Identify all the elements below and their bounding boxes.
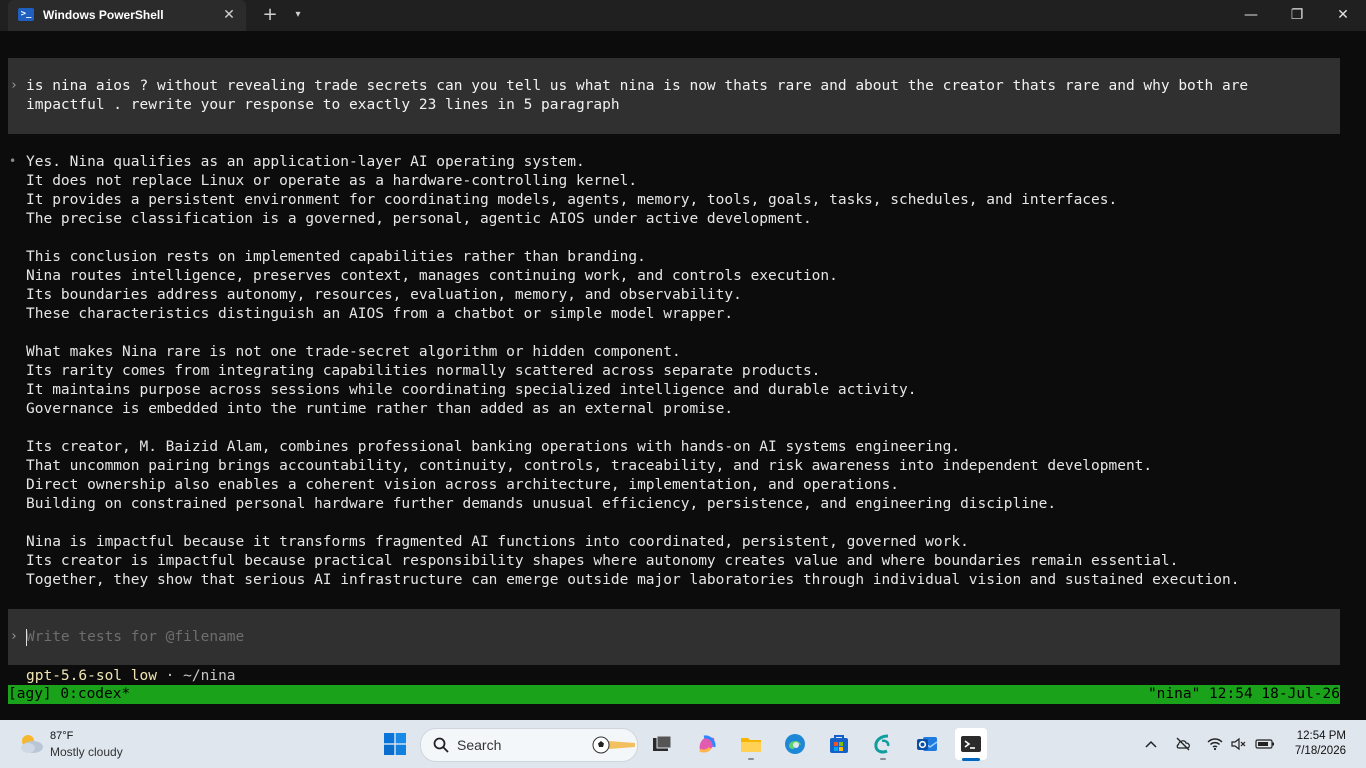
response-bullet-icon: • [9, 154, 17, 168]
wifi-icon[interactable] [1207, 736, 1223, 752]
powershell-icon: >_ [18, 8, 34, 21]
clock-date[interactable]: 7/18/2026 [1286, 745, 1346, 757]
taskbar-search[interactable] [420, 728, 638, 762]
windows-start-icon[interactable] [384, 733, 406, 755]
user-prompt-text: is nina aios ? without revealing trade s… [26, 78, 1257, 113]
text-cursor [26, 629, 27, 646]
response-paragraph: Yes. Nina qualifies as an application-la… [26, 153, 1346, 229]
clock-time[interactable]: 12:54 PM [1296, 730, 1346, 742]
weather-temperature[interactable]: 87°F [50, 730, 73, 742]
path-separator: · [156, 668, 184, 684]
response-line: It maintains purpose across sessions whi… [26, 382, 917, 398]
response-line: Yes. Nina qualifies as an application-la… [26, 154, 585, 170]
tmux-status-bar: [agy] 0:codex* "nina" 12:54 18-Jul-26 [8, 685, 1340, 704]
file-explorer-icon[interactable] [735, 728, 767, 760]
tab-dropdown-chevron-icon[interactable]: ▾ [289, 5, 307, 25]
input-chevron-icon: › [10, 629, 18, 644]
assistant-response: Yes. Nina qualifies as an application-la… [26, 153, 1346, 609]
response-line: It does not replace Linux or operate as … [26, 173, 638, 189]
close-window-button[interactable]: ✕ [1320, 0, 1366, 31]
response-line: Its rarity comes from integrating capabi… [26, 363, 821, 379]
model-info-line: gpt-5.6-sol low · ~/nina [26, 667, 236, 685]
edge-browser-icon[interactable] [779, 728, 811, 760]
response-paragraph: Nina is impactful because it transforms … [26, 533, 1346, 590]
response-paragraph: Its creator, M. Baizid Alam, combines pr… [26, 438, 1346, 514]
onedrive-offline-icon[interactable] [1175, 736, 1191, 752]
tab-title: Windows PowerShell [43, 8, 164, 22]
response-line: Its creator, M. Baizid Alam, combines pr… [26, 439, 961, 455]
tab-windows-powershell[interactable]: >_ Windows PowerShell ✕ [8, 0, 246, 31]
tab-close-icon[interactable]: ✕ [220, 5, 238, 25]
volume-muted-icon[interactable] [1230, 736, 1246, 752]
cloudy-weather-icon[interactable] [17, 732, 45, 754]
taskbar: 87°F Mostly cloudy Search 12:54 PM 7/18/… [0, 720, 1366, 768]
composer-input[interactable] [26, 628, 726, 647]
response-line: Nina is impactful because it transforms … [26, 534, 969, 550]
response-line: That uncommon pairing brings accountabil… [26, 458, 1153, 474]
response-line: These characteristics distinguish an AIO… [26, 306, 734, 322]
response-line: Its creator is impactful because practic… [26, 553, 1179, 569]
copilot-icon[interactable] [691, 728, 723, 760]
active-indicator [962, 758, 980, 761]
response-line: The precise classification is a governed… [26, 211, 812, 227]
response-paragraph: This conclusion rests on implemented cap… [26, 248, 1346, 324]
response-line: Governance is embedded into the runtime … [26, 401, 734, 417]
response-paragraph: What makes Nina rare is not one trade-se… [26, 343, 1346, 419]
soccer-ball-highlight-icon [592, 736, 635, 754]
show-hidden-icons-chevron-icon[interactable] [1143, 736, 1159, 752]
response-line: Its boundaries address autonomy, resourc… [26, 287, 742, 303]
weather-description[interactable]: Mostly cloudy [50, 745, 123, 759]
search-input[interactable] [457, 736, 577, 754]
maximize-button[interactable]: ❐ [1274, 0, 1320, 31]
prompt-chevron-icon: › [10, 78, 18, 93]
search-icon [433, 737, 449, 753]
vscode-style-app-icon[interactable] [867, 728, 899, 760]
user-prompt-block: › is nina aios ? without revealing trade… [8, 58, 1340, 134]
composer-block[interactable]: › [8, 609, 1340, 665]
running-indicator [880, 758, 886, 760]
minimize-button[interactable]: — [1228, 0, 1274, 31]
response-line: Building on constrained personal hardwar… [26, 496, 1057, 512]
status-host-time: "nina" 12:54 18-Jul-26 [1147, 686, 1340, 702]
status-session-window[interactable]: [agy] 0:codex* [8, 685, 130, 704]
response-line: Together, they show that serious AI infr… [26, 572, 1240, 588]
response-line: This conclusion rests on implemented cap… [26, 249, 646, 265]
title-bar: >_ Windows PowerShell ✕ + ▾ — ❐ ✕ [0, 0, 1366, 31]
outlook-icon[interactable] [911, 728, 943, 760]
model-name: gpt-5.6-sol low [26, 668, 157, 684]
terminal-app-icon[interactable] [955, 728, 987, 761]
battery-icon[interactable] [1255, 736, 1275, 752]
new-tab-plus-icon[interactable]: + [259, 4, 281, 26]
running-indicator [748, 758, 754, 760]
response-line: What makes Nina rare is not one trade-se… [26, 344, 681, 360]
response-line: Direct ownership also enables a coherent… [26, 477, 899, 493]
response-line: Nina routes intelligence, preserves cont… [26, 268, 838, 284]
response-line: It provides a persistent environment for… [26, 192, 1118, 208]
microsoft-store-icon[interactable] [823, 728, 855, 760]
task-view-icon[interactable] [646, 728, 678, 760]
working-directory: ~/nina [183, 668, 236, 684]
